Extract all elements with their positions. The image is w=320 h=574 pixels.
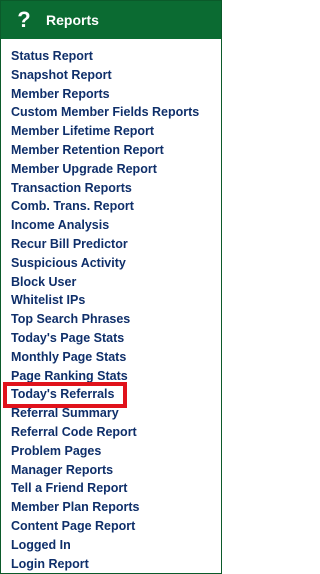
menu-item-whitelist-ips[interactable]: Whitelist IPs bbox=[11, 291, 217, 310]
menu-item-monthly-page-stats[interactable]: Monthly Page Stats bbox=[11, 348, 217, 367]
menu-item-login-report[interactable]: Login Report bbox=[11, 555, 217, 574]
menu-item-todays-referrals[interactable]: Today's Referrals bbox=[11, 385, 217, 404]
menu-item-top-search-phrases[interactable]: Top Search Phrases bbox=[11, 310, 217, 329]
menu-item-member-upgrade-report[interactable]: Member Upgrade Report bbox=[11, 160, 217, 179]
menu-item-custom-member-fields-reports[interactable]: Custom Member Fields Reports bbox=[11, 103, 217, 122]
reports-header: ? Reports bbox=[1, 1, 221, 39]
menu-item-todays-page-stats[interactable]: Today's Page Stats bbox=[11, 329, 217, 348]
menu-item-manager-reports[interactable]: Manager Reports bbox=[11, 461, 217, 480]
menu-item-comb-trans-report[interactable]: Comb. Trans. Report bbox=[11, 197, 217, 216]
menu-item-recur-bill-predictor[interactable]: Recur Bill Predictor bbox=[11, 235, 217, 254]
menu-item-status-report[interactable]: Status Report bbox=[11, 47, 217, 66]
menu-item-referral-code-report[interactable]: Referral Code Report bbox=[11, 423, 217, 442]
menu-item-block-user[interactable]: Block User bbox=[11, 273, 217, 292]
menu-item-suspicious-activity[interactable]: Suspicious Activity bbox=[11, 254, 217, 273]
menu-item-content-page-report[interactable]: Content Page Report bbox=[11, 517, 217, 536]
menu-item-member-plan-reports[interactable]: Member Plan Reports bbox=[11, 498, 217, 517]
menu-item-member-retention-report[interactable]: Member Retention Report bbox=[11, 141, 217, 160]
panel-title: Reports bbox=[46, 12, 99, 28]
reports-panel: ? Reports Status Report Snapshot Report … bbox=[0, 0, 222, 574]
menu-item-income-analysis[interactable]: Income Analysis bbox=[11, 216, 217, 235]
menu-item-snapshot-report[interactable]: Snapshot Report bbox=[11, 66, 217, 85]
reports-menu: Status Report Snapshot Report Member Rep… bbox=[11, 47, 217, 573]
menu-item-referral-summary[interactable]: Referral Summary bbox=[11, 404, 217, 423]
menu-item-page-ranking-stats[interactable]: Page Ranking Stats bbox=[11, 367, 217, 386]
menu-item-tell-a-friend-report[interactable]: Tell a Friend Report bbox=[11, 479, 217, 498]
menu-item-logged-in[interactable]: Logged In bbox=[11, 536, 217, 555]
menu-item-problem-pages[interactable]: Problem Pages bbox=[11, 442, 217, 461]
menu-item-member-reports[interactable]: Member Reports bbox=[11, 85, 217, 104]
menu-item-member-lifetime-report[interactable]: Member Lifetime Report bbox=[11, 122, 217, 141]
menu-item-transaction-reports[interactable]: Transaction Reports bbox=[11, 179, 217, 198]
help-icon[interactable]: ? bbox=[14, 8, 34, 32]
